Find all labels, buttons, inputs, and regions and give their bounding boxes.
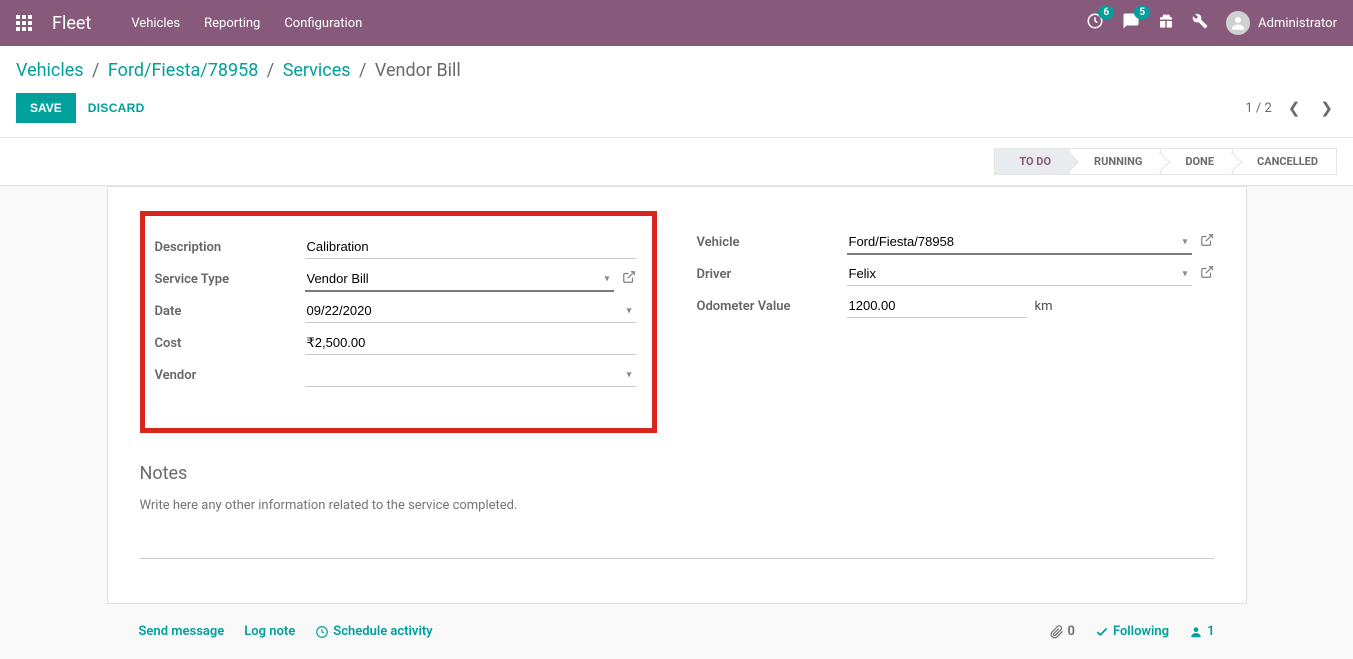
breadcrumb-bar: Vehicles / Ford/Fiesta/78958 / Services … xyxy=(0,46,1353,87)
field-service-type: Service Type ▾ xyxy=(155,266,636,292)
notes-textarea[interactable] xyxy=(140,494,1214,559)
label-vehicle: Vehicle xyxy=(697,235,847,250)
chatter-bar: Send message Log note Schedule activity … xyxy=(107,624,1247,659)
input-description[interactable] xyxy=(305,235,636,259)
field-vehicle: Vehicle ▾ xyxy=(697,229,1214,255)
user-menu[interactable]: Administrator xyxy=(1226,11,1337,35)
top-header: Fleet Vehicles Reporting Configuration 6… xyxy=(0,0,1353,46)
app-name[interactable]: Fleet xyxy=(52,13,91,34)
label-date: Date xyxy=(155,304,305,319)
following-button[interactable]: Following xyxy=(1095,624,1169,639)
status-running[interactable]: RUNNING xyxy=(1069,148,1161,175)
input-vendor[interactable] xyxy=(305,363,636,387)
pager-text: 1 / 2 xyxy=(1245,101,1271,116)
sheet-background: Description Service Type ▾ xyxy=(0,186,1353,659)
schedule-activity-label: Schedule activity xyxy=(333,624,432,639)
input-service-type[interactable] xyxy=(305,267,614,292)
form-sheet: Description Service Type ▾ xyxy=(107,186,1247,604)
input-odometer[interactable] xyxy=(847,294,1027,318)
external-link-icon[interactable] xyxy=(622,270,636,288)
attachments-count: 0 xyxy=(1068,624,1075,639)
check-icon xyxy=(1095,625,1109,639)
tools-icon[interactable] xyxy=(1192,13,1208,33)
avatar xyxy=(1226,11,1250,35)
schedule-activity-button[interactable]: Schedule activity xyxy=(315,624,432,639)
user-name: Administrator xyxy=(1258,16,1337,31)
pager-next[interactable]: ❯ xyxy=(1316,95,1337,121)
pager-prev[interactable]: ❮ xyxy=(1284,95,1305,121)
breadcrumb-sep: / xyxy=(267,60,274,81)
attachments-button[interactable]: 0 xyxy=(1050,624,1075,639)
apps-icon[interactable] xyxy=(16,15,32,31)
person-icon xyxy=(1189,625,1203,639)
nav-vehicles[interactable]: Vehicles xyxy=(131,16,180,31)
external-link-icon[interactable] xyxy=(1200,265,1214,283)
input-driver[interactable] xyxy=(847,262,1192,286)
status-done[interactable]: DONE xyxy=(1160,148,1233,175)
messages-icon[interactable]: 5 xyxy=(1122,12,1140,34)
breadcrumb: Vehicles / Ford/Fiesta/78958 / Services … xyxy=(16,60,1337,81)
odometer-unit: km xyxy=(1035,299,1053,314)
breadcrumb-services[interactable]: Services xyxy=(283,60,351,81)
control-bar: SAVE DISCARD 1 / 2 ❮ ❯ xyxy=(0,87,1353,138)
breadcrumb-vehicle[interactable]: Ford/Fiesta/78958 xyxy=(108,60,258,81)
header-right: 6 5 Administrator xyxy=(1086,11,1337,35)
following-label: Following xyxy=(1113,624,1169,639)
breadcrumb-sep: / xyxy=(92,60,99,81)
label-odometer: Odometer Value xyxy=(697,299,847,314)
gift-icon[interactable] xyxy=(1158,13,1174,33)
discard-button[interactable]: DISCARD xyxy=(88,101,145,115)
log-note-button[interactable]: Log note xyxy=(244,624,295,639)
nav-menu: Vehicles Reporting Configuration xyxy=(131,16,362,31)
chatter-left: Send message Log note Schedule activity xyxy=(139,624,433,639)
label-driver: Driver xyxy=(697,267,847,282)
nav-reporting[interactable]: Reporting xyxy=(204,16,260,31)
highlight-box: Description Service Type ▾ xyxy=(140,211,657,433)
form-right-col: Vehicle ▾ Driver ▾ xyxy=(697,211,1214,453)
label-cost: Cost xyxy=(155,336,305,351)
external-link-icon[interactable] xyxy=(1200,233,1214,251)
save-button[interactable]: SAVE xyxy=(16,93,76,123)
field-driver: Driver ▾ xyxy=(697,261,1214,287)
field-vendor: Vendor ▾ xyxy=(155,362,636,388)
breadcrumb-sep: / xyxy=(359,60,366,81)
label-description: Description xyxy=(155,240,305,255)
breadcrumb-current: Vendor Bill xyxy=(375,60,461,81)
send-message-button[interactable]: Send message xyxy=(139,624,225,639)
input-vehicle[interactable] xyxy=(847,230,1192,255)
field-cost: Cost xyxy=(155,330,636,356)
status-cancelled[interactable]: CANCELLED xyxy=(1232,148,1337,175)
paperclip-icon xyxy=(1050,625,1064,639)
label-service-type: Service Type xyxy=(155,272,305,287)
pager: 1 / 2 ❮ ❯ xyxy=(1245,95,1337,121)
field-date: Date ▾ xyxy=(155,298,636,324)
status-todo[interactable]: TO DO xyxy=(994,148,1070,175)
nav-configuration[interactable]: Configuration xyxy=(284,16,362,31)
field-odometer: Odometer Value km xyxy=(697,293,1214,319)
label-vendor: Vendor xyxy=(155,368,305,383)
form-left-col: Description Service Type ▾ xyxy=(140,211,657,453)
chatter-right: 0 Following 1 xyxy=(1050,624,1215,639)
field-description: Description xyxy=(155,234,636,260)
input-cost[interactable] xyxy=(305,331,636,355)
followers-button[interactable]: 1 xyxy=(1189,624,1214,639)
input-date[interactable] xyxy=(305,299,636,323)
breadcrumb-vehicles[interactable]: Vehicles xyxy=(16,60,84,81)
notes-title: Notes xyxy=(140,463,1214,484)
activity-badge: 6 xyxy=(1098,6,1114,19)
status-chevrons: TO DO RUNNING DONE CANCELLED xyxy=(995,148,1337,175)
form-columns: Description Service Type ▾ xyxy=(140,211,1214,453)
status-bar: TO DO RUNNING DONE CANCELLED xyxy=(0,138,1353,186)
clock-icon xyxy=(315,625,329,639)
messages-badge: 5 xyxy=(1134,6,1150,19)
followers-count: 1 xyxy=(1207,624,1214,639)
activity-icon[interactable]: 6 xyxy=(1086,12,1104,34)
